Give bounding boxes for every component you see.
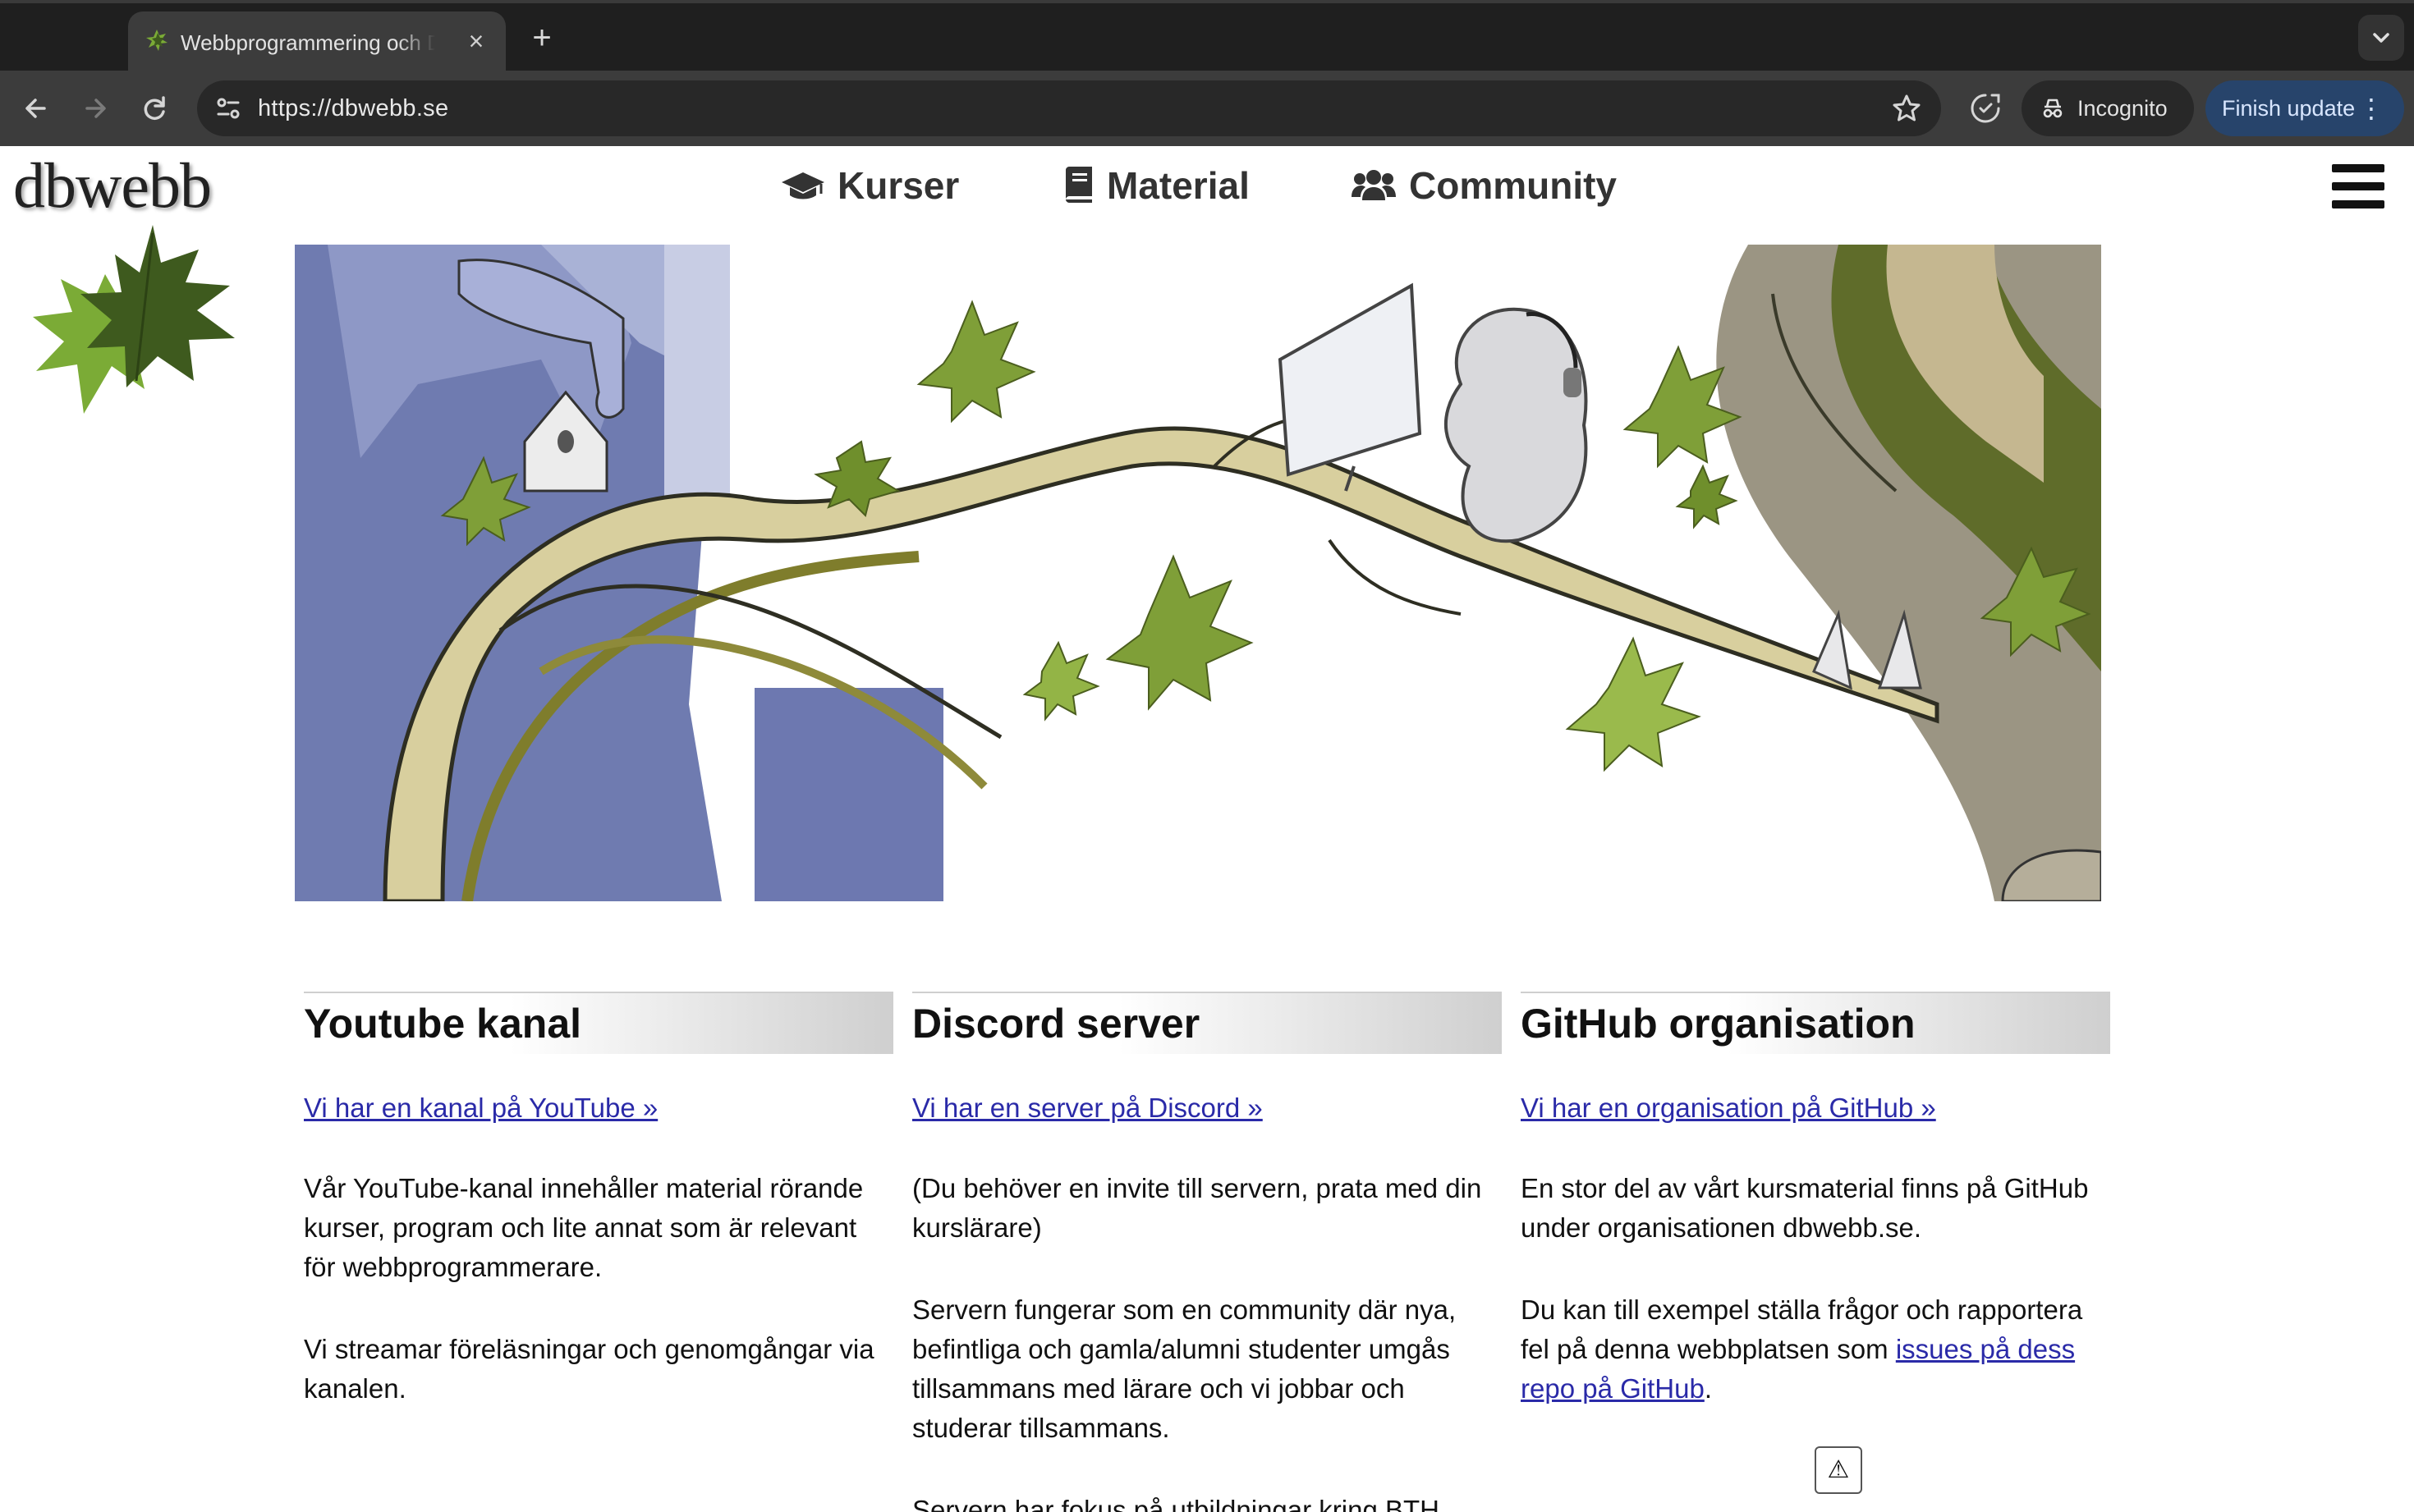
discord-section-title: Discord server (912, 992, 1502, 1054)
discord-link[interactable]: Vi har en server på Discord » (912, 1090, 1263, 1126)
nav-item-community[interactable]: Community (1350, 159, 1617, 212)
incognito-button[interactable]: Incognito (2022, 80, 2194, 136)
forward-arrow-icon[interactable] (74, 87, 117, 130)
nav-item-kurser[interactable]: Kurser (780, 159, 959, 212)
tab-search-button[interactable] (2358, 15, 2404, 61)
graduation-cap-icon (782, 172, 824, 199)
github-paragraph-2-end: . (1704, 1373, 1712, 1404)
tab-title: Webbprogrammering och Databaser (181, 30, 435, 55)
url-text[interactable]: https://dbwebb.se (258, 80, 448, 136)
youtube-paragraph-2: Vi streamar föreläsningar och genomgånga… (304, 1334, 874, 1404)
youtube-section-title: Youtube kanal (304, 992, 893, 1054)
nav-item-material[interactable]: Material (1062, 159, 1250, 212)
hero-illustration (295, 245, 2101, 901)
tab-strip: Webbprogrammering och Databaser × + (0, 0, 2414, 74)
finish-update-label: Finish update (2222, 96, 2356, 121)
incognito-icon (2043, 99, 2063, 118)
chevron-down-icon (2373, 33, 2389, 43)
finish-update-button[interactable]: Finish update ⋮ (2205, 80, 2404, 136)
github-paragraph-2: Du kan till exempel ställa frågor och ra… (1521, 1290, 2110, 1409)
book-icon (1066, 167, 1092, 203)
bookmark-star-icon[interactable] (1890, 92, 1923, 125)
nav-label-community: Community (1409, 164, 1617, 207)
nav-label-material: Material (1107, 164, 1250, 207)
youtube-link[interactable]: Vi har en kanal på YouTube » (304, 1090, 658, 1126)
address-bar[interactable]: https://dbwebb.se (197, 80, 1941, 136)
dbwebb-favicon-icon (146, 30, 168, 51)
web-page: dbwebb Kurser Material Community Youtube… (0, 146, 2414, 1512)
discord-section: Discord server Vi har en server på Disco… (912, 992, 1502, 1512)
github-link[interactable]: Vi har en organisation på GitHub » (1521, 1090, 1936, 1126)
hamburger-menu-icon[interactable] (2332, 164, 2384, 213)
users-icon (1352, 170, 1396, 200)
discord-paragraph-1: (Du behöver en invite till servern, prat… (912, 1173, 1482, 1243)
tab-close-icon[interactable]: × (460, 25, 493, 57)
discord-paragraph-3: Servern har fokus på utbildningar kring … (912, 1495, 1439, 1512)
discord-paragraph-2: Servern fungerar som en community där ny… (912, 1294, 1457, 1443)
new-tab-icon[interactable]: + (522, 18, 562, 57)
site-settings-icon[interactable] (212, 92, 245, 125)
more-menu-icon[interactable]: ⋮ (2358, 80, 2384, 136)
nav-label-kurser: Kurser (838, 164, 960, 207)
incognito-label: Incognito (2077, 96, 2168, 121)
extension-shield-icon[interactable] (1967, 90, 2003, 126)
back-arrow-icon[interactable] (15, 87, 57, 130)
github-paragraph-1: En stor del av vårt kursmaterial finns p… (1521, 1173, 2089, 1243)
github-section: GitHub organisation Vi har en organisati… (1521, 992, 2110, 1409)
warning-icon[interactable]: ⚠ (1815, 1446, 1862, 1494)
youtube-section: Youtube kanal Vi har en kanal på YouTube… (304, 992, 893, 1409)
github-section-title: GitHub organisation (1521, 992, 2110, 1054)
site-logo-text[interactable]: dbwebb (13, 153, 212, 218)
browser-tab-active[interactable]: Webbprogrammering och Databaser × (128, 11, 506, 74)
maple-leaf-logo-icon[interactable] (30, 225, 251, 422)
browser-toolbar: https://dbwebb.se Incognito Finish updat… (0, 71, 2414, 146)
reload-icon[interactable] (133, 87, 176, 130)
youtube-paragraph-1: Vår YouTube-kanal innehåller material rö… (304, 1173, 864, 1282)
